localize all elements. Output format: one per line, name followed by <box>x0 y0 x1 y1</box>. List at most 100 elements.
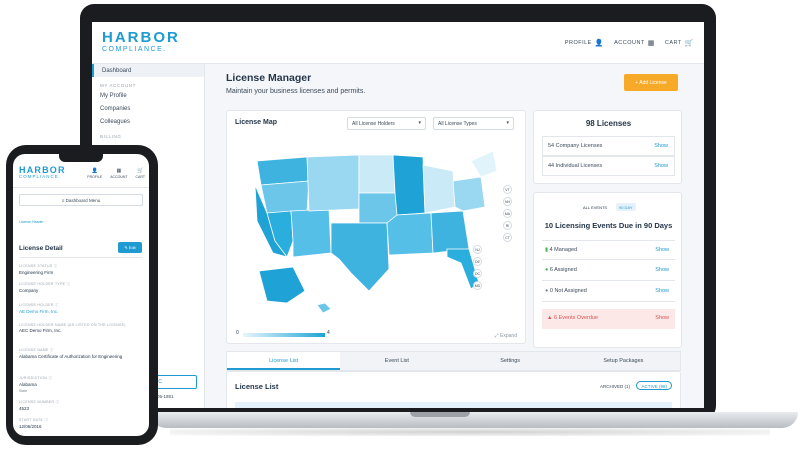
map-region-southeast[interactable] <box>430 210 470 254</box>
profile-link[interactable]: PROFILE 👤 <box>565 39 604 47</box>
laptop-notch <box>410 412 470 417</box>
managed-icon: ▮ <box>545 247 549 253</box>
map-region-midwest[interactable] <box>392 154 426 216</box>
tab-setup-packages[interactable]: Setup Packages <box>567 352 680 370</box>
unassigned-user-icon: ● <box>545 288 549 294</box>
phone-cart-link[interactable]: 🛒 CART <box>136 168 145 179</box>
all-events-pill[interactable]: ALL EVENTS <box>580 203 610 211</box>
map-region-hawaii[interactable] <box>316 302 332 314</box>
map-region-west[interactable] <box>260 180 310 214</box>
map-region-northwest[interactable] <box>256 156 310 186</box>
license-holders-filter[interactable]: All License Holders ▾ <box>347 117 426 130</box>
license-list-title: License List <box>235 382 279 391</box>
phone-profile-link[interactable]: 👤 PROFILE <box>87 168 102 179</box>
chevron-down-icon: ▾ <box>418 120 421 126</box>
map-region-texas[interactable] <box>330 222 390 292</box>
phone-account-label: ACCOUNT <box>110 175 128 179</box>
map-region-southwest[interactable] <box>290 208 332 258</box>
field-license-status: LICENSE STATUS ⓘ Engineering Firm <box>19 264 143 276</box>
ninety-day-pill[interactable]: 90 DAY <box>616 203 636 211</box>
legend-min: 0 <box>236 330 239 336</box>
licenses-summary-card: 98 Licenses 54 Company Licenses Show 44 … <box>533 110 682 184</box>
laptop-screen: HARBOR COMPLIANCE. PROFILE 👤 ACCOUNT ▦ CAR… <box>92 22 704 408</box>
state-badge-vt[interactable]: VT <box>503 185 512 194</box>
license-list-card: License List ARCHIVED (1) ACTIVE (98) <box>226 371 681 408</box>
state-badge-dc[interactable]: DC <box>473 269 482 278</box>
field-jurisdiction: JURISDICTION ⓘ Alabama State <box>19 376 143 393</box>
show-not-assigned-link[interactable]: Show <box>655 288 669 294</box>
license-holder-link[interactable]: AE Demo Firm, Inc. <box>19 309 143 315</box>
sidebar-item-colleagues[interactable]: Colleagues <box>92 115 204 128</box>
add-license-button[interactable]: + Add License <box>624 74 678 91</box>
license-holders-filter-label: All License Holders <box>352 121 395 127</box>
license-types-filter-label: All License Types <box>438 121 477 127</box>
state-badge-ct[interactable]: CT <box>503 233 512 242</box>
cart-link[interactable]: CART 🛒 <box>665 39 694 47</box>
phone-header: HARBOR COMPLIANCE. 👤 PROFILE ▦ ACCOUNT 🛒 CA… <box>13 164 149 188</box>
map-region-great-lakes[interactable] <box>422 164 456 214</box>
tab-license-list[interactable]: License List <box>227 352 341 370</box>
show-assigned-link[interactable]: Show <box>655 267 669 273</box>
sidebar-item-companies[interactable]: Companies <box>92 102 204 115</box>
brand-logo[interactable]: HARBOR COMPLIANCE. <box>102 30 180 53</box>
grid-icon: ▦ <box>116 168 122 174</box>
field-label: LICENSE STATUS ⓘ <box>19 264 58 268</box>
individual-licenses-row: 44 Individual Licenses Show <box>542 156 675 176</box>
phone-screen: HARBOR COMPLIANCE. 👤 PROFILE ▦ ACCOUNT 🛒 CA… <box>13 154 149 436</box>
overdue-events-alert: ▲ 6 Events Overdue Show <box>542 309 675 329</box>
cart-label: CART <box>664 40 682 46</box>
legend-max: 4 <box>327 330 330 336</box>
dashboard-menu-button[interactable]: ≡ Dashboard Menu <box>19 194 143 206</box>
map-region-mid-atlantic[interactable] <box>452 176 486 212</box>
active-filter[interactable]: ACTIVE (98) <box>636 381 672 390</box>
field-label: LICENSE HOLDER ⓘ <box>19 303 59 307</box>
state-badge-de[interactable]: DE <box>473 257 482 266</box>
state-badge-nh[interactable]: NH <box>503 197 512 206</box>
license-map-card: License Map All License Holders ▾ All Lic… <box>226 110 526 344</box>
show-overdue-link[interactable]: Show <box>655 315 669 321</box>
user-icon: 👤 <box>91 168 98 174</box>
not-assigned-events-label: 0 Not Assigned <box>549 288 587 294</box>
map-region-plains-mid[interactable] <box>358 192 398 224</box>
map-region-south-central[interactable] <box>386 212 434 256</box>
tab-event-list[interactable]: Event List <box>340 352 453 370</box>
legend-gradient <box>243 333 325 337</box>
field-value: 4523 <box>19 406 30 411</box>
expand-map-button[interactable]: ⤢ Expand <box>495 333 517 339</box>
field-start-date: START DATE ⓘ 12/06/2016 <box>19 418 143 430</box>
archived-filter[interactable]: ARCHIVED (1) <box>600 384 630 389</box>
state-badge-ma[interactable]: MA <box>503 209 512 218</box>
account-link[interactable]: ACCOUNT ▦ <box>614 39 655 47</box>
sidebar-section-billing: BILLING <box>100 134 122 139</box>
overdue-events-label: 6 Events Overdue <box>553 315 599 321</box>
top-bar: HARBOR COMPLIANCE. PROFILE 👤 ACCOUNT ▦ CAR… <box>92 22 704 64</box>
sidebar-section-account: MY ACCOUNT <box>100 83 136 88</box>
state-badge-ri[interactable]: RI <box>503 221 512 230</box>
map-region-plains-north[interactable] <box>358 154 396 194</box>
us-map[interactable] <box>247 141 497 321</box>
partial-phone-number: 05-1881 <box>157 394 174 399</box>
phone-brand-logo[interactable]: HARBOR COMPLIANCE. <box>19 166 66 180</box>
map-region-mountain[interactable] <box>306 154 360 212</box>
show-individual-licenses-link[interactable]: Show <box>654 163 668 169</box>
phone-account-link[interactable]: ▦ ACCOUNT <box>110 168 127 179</box>
sidebar-item-my-profile[interactable]: My Profile <box>92 89 204 102</box>
show-managed-link[interactable]: Show <box>655 247 669 253</box>
edit-button[interactable]: ✎ Edit <box>118 242 142 253</box>
phone-brand-sub: COMPLIANCE. <box>19 174 62 179</box>
phone-nav: 👤 PROFILE ▦ ACCOUNT 🛒 CART <box>87 168 145 179</box>
state-badge-nj[interactable]: NJ <box>473 245 482 254</box>
map-region-alaska[interactable] <box>258 266 306 304</box>
sidebar-item-dashboard[interactable]: Dashboard <box>92 64 204 77</box>
chevron-down-icon: ▾ <box>506 120 509 126</box>
breadcrumb[interactable]: License Header <box>19 220 44 224</box>
tab-settings[interactable]: Settings <box>454 352 567 370</box>
state-badge-md[interactable]: MD <box>473 281 482 290</box>
phone-notch <box>59 154 103 162</box>
phone-profile-label: PROFILE <box>87 175 103 179</box>
user-icon: 👤 <box>594 40 605 47</box>
license-types-filter[interactable]: All License Types ▾ <box>433 117 514 130</box>
show-company-licenses-link[interactable]: Show <box>654 143 668 149</box>
map-region-northeast[interactable] <box>470 150 497 178</box>
field-value: 12/06/2016 <box>19 424 42 429</box>
